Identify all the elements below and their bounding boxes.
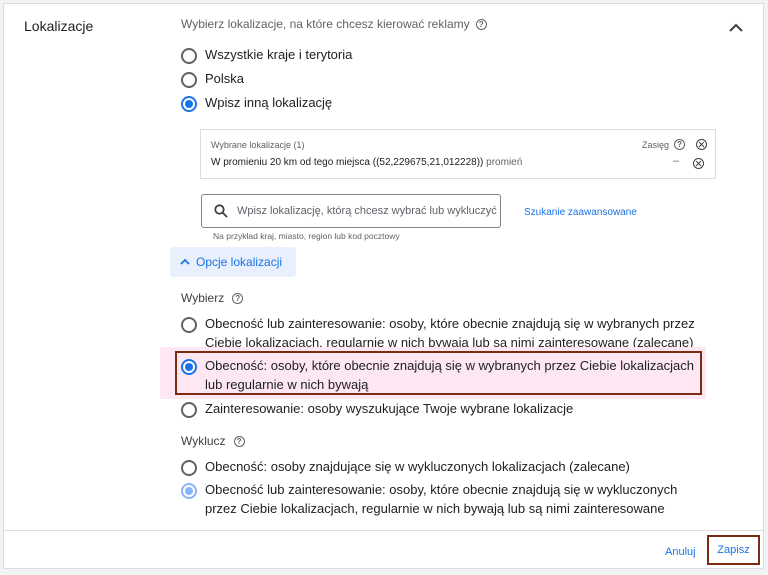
radio-button-icon[interactable]: [181, 460, 197, 476]
location-options-toggle[interactable]: Opcje lokalizacji: [170, 247, 296, 277]
exclude-label: Wyklucz: [181, 434, 226, 448]
location-search-input[interactable]: Wpisz lokalizację, którą chcesz wybrać l…: [201, 194, 501, 228]
radio-button-checked-icon[interactable]: [181, 483, 197, 499]
selected-locations-box: Wybrane lokalizacje (1) Zasięg ? W promi…: [200, 129, 716, 179]
location-settings-card: Lokalizacje Wybierz lokalizacje, na któr…: [3, 3, 764, 569]
advanced-search-link[interactable]: Szukanie zaawansowane: [524, 207, 637, 218]
save-button[interactable]: Zapisz: [707, 535, 760, 565]
radio-poland[interactable]: Polska: [181, 71, 244, 88]
help-icon[interactable]: ?: [674, 139, 686, 150]
radio-button-icon[interactable]: [181, 402, 197, 418]
radio-label: Obecność lub zainteresowanie: osoby, któ…: [205, 482, 678, 516]
help-icon[interactable]: ?: [475, 18, 487, 30]
radio-exclude-presence[interactable]: Obecność: osoby znajdujące się w wyklucz…: [181, 459, 630, 476]
remove-location-icon[interactable]: [693, 158, 704, 169]
chevron-up-icon: [180, 258, 190, 265]
location-text: W promieniu 20 km od tego miejsca ((52,2…: [211, 157, 484, 168]
cancel-button[interactable]: Anuluj: [665, 546, 696, 558]
radio-button-icon[interactable]: [181, 72, 197, 88]
radio-label: Obecność: osoby, które obecnie znajdują …: [205, 358, 694, 392]
radio-all-countries[interactable]: Wszystkie kraje i terytoria: [181, 47, 352, 64]
include-label: Wybierz: [181, 291, 225, 305]
radio-label: Obecność: osoby znajdujące się w wyklucz…: [205, 459, 630, 474]
remove-all-icon[interactable]: [696, 139, 708, 150]
save-button-label: Zapisz: [717, 544, 750, 556]
radio-label: Zainteresowanie: osoby wyszukujące Twoje…: [205, 401, 574, 416]
radio-label: Wpisz inną lokalizację: [205, 95, 333, 110]
radio-label: Wszystkie kraje i terytoria: [205, 47, 353, 62]
selected-locations-header: Wybrane lokalizacje (1): [211, 140, 305, 150]
radio-other-location[interactable]: Wpisz inną lokalizację: [181, 95, 332, 112]
selected-location-item: W promieniu 20 km od tego miejsca ((52,2…: [211, 157, 522, 168]
footer-divider: [4, 530, 763, 531]
location-options-label: Opcje lokalizacji: [196, 255, 283, 269]
radio-button-icon[interactable]: [181, 48, 197, 64]
radio-exclude-presence-or-interest[interactable]: Obecność lub zainteresowanie: osoby, któ…: [181, 482, 711, 518]
location-suffix: promień: [486, 157, 523, 168]
collapse-chevron-up-icon[interactable]: [726, 18, 746, 38]
radio-label: Polska: [205, 71, 245, 86]
radio-include-interest[interactable]: Zainteresowanie: osoby wyszukujące Twoje…: [181, 401, 573, 418]
search-icon: [214, 204, 228, 218]
include-group-label: Wybierz ?: [181, 291, 244, 305]
search-hint: Na przykład kraj, miasto, region lub kod…: [213, 231, 400, 241]
reach-label: Zasięg: [642, 139, 670, 150]
radio-button-checked-icon[interactable]: [181, 96, 197, 112]
exclude-group-label: Wyklucz ?: [181, 434, 245, 448]
help-icon[interactable]: ?: [232, 292, 244, 304]
radio-include-presence[interactable]: Obecność: osoby, które obecnie znajdują …: [181, 358, 697, 394]
search-placeholder: Wpisz lokalizację, którą chcesz wybrać l…: [237, 205, 497, 217]
reach-header: Zasięg ?: [642, 139, 708, 150]
help-icon[interactable]: ?: [233, 435, 245, 447]
targeting-subtitle-text: Wybierz lokalizacje, na które chcesz kie…: [181, 17, 470, 31]
radio-button-icon[interactable]: [181, 317, 197, 333]
targeting-subtitle: Wybierz lokalizacje, na które chcesz kie…: [181, 17, 487, 31]
location-reach-value: –: [673, 155, 680, 167]
radio-button-checked-icon[interactable]: [181, 359, 197, 375]
section-title: Lokalizacje: [24, 18, 94, 34]
